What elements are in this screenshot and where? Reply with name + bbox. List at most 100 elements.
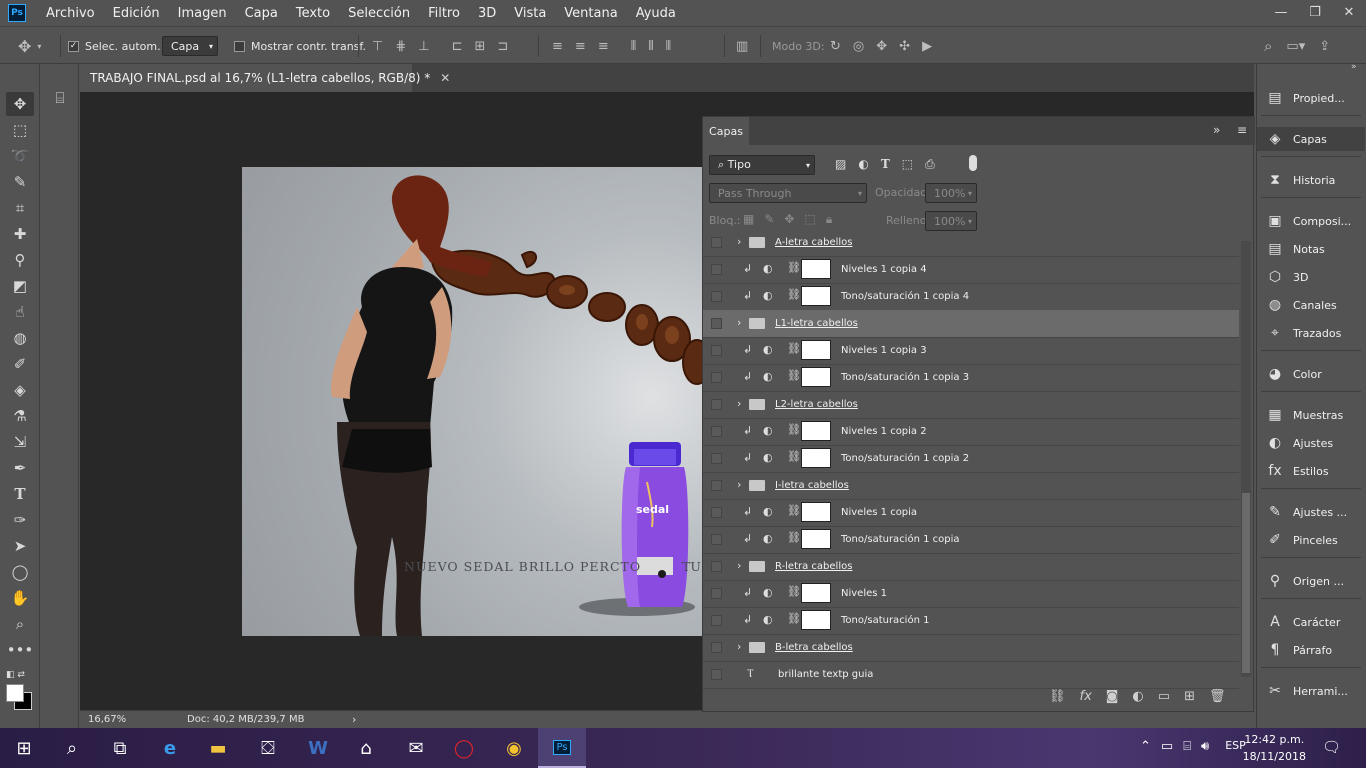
layer-mask-thumbnail[interactable] (801, 529, 831, 549)
layer-group-row[interactable]: › L2-letra cabellos (703, 391, 1239, 419)
pan-3d-icon[interactable]: ✥ (876, 39, 887, 54)
lock-artboard-icon[interactable]: ⬚ (804, 212, 815, 227)
visibility-toggle[interactable] (711, 291, 722, 302)
visibility-toggle[interactable] (711, 345, 722, 356)
layer-mask-thumbnail[interactable] (801, 448, 831, 468)
layer-row[interactable]: ↲ ◐ ⛓ Niveles 1 copia 3 (703, 337, 1239, 365)
menu-seleccion[interactable]: Selección (348, 6, 410, 21)
align-left-icon[interactable]: ⊏ (452, 39, 463, 54)
layer-row[interactable]: ↲ ◐ ⛓ Niveles 1 copia (703, 499, 1239, 527)
text-filter-icon[interactable]: T (881, 157, 890, 172)
visibility-toggle[interactable] (711, 588, 722, 599)
search-icon[interactable]: ⌕ (48, 728, 96, 768)
notifications-icon[interactable]: 🗨︎ (1322, 738, 1341, 756)
layer-group-row[interactable]: › R-letra cabellos (703, 553, 1239, 581)
photoshop-logo[interactable]: Ps (8, 4, 26, 22)
visibility-toggle[interactable] (711, 534, 722, 545)
mask-link-icon[interactable]: ⛓ (787, 504, 801, 517)
filter-kind-dropdown[interactable]: ⌕ Tipo ▾ (709, 155, 815, 175)
expand-chevron-icon[interactable]: › (737, 316, 741, 329)
layer-mask-thumbnail[interactable] (801, 367, 831, 387)
lasso-tool-icon[interactable]: ➰ (6, 144, 34, 168)
add-mask-icon[interactable]: ◙ (1106, 689, 1119, 704)
more-tools-icon[interactable]: ••• (6, 638, 34, 662)
chevron-up-icon[interactable]: ⌃ (1140, 739, 1151, 754)
fill-field[interactable]: 100% ▾ (925, 211, 977, 231)
dock-item[interactable]: ◈ Capas (1257, 127, 1365, 151)
dock-item[interactable]: ✎ Ajustes ... (1257, 500, 1365, 524)
new-layer-icon[interactable]: ⊞ (1184, 689, 1195, 704)
mixer-brush-tool-icon[interactable]: ✒ (6, 456, 34, 480)
expand-chevron-icon[interactable]: › (737, 559, 741, 572)
dock-item[interactable]: ⚲ Origen ... (1257, 569, 1365, 593)
show-transform-checkbox[interactable] (234, 40, 245, 52)
layers-scrollbar-thumb[interactable] (1242, 493, 1250, 673)
home-icon[interactable]: ⌂ (342, 728, 390, 768)
align-top-icon[interactable]: ⊤ (372, 39, 383, 54)
visibility-toggle[interactable] (711, 615, 722, 626)
layer-row[interactable]: ↲ ◐ ⛓ Tono/saturación 1 copia 3 (703, 364, 1239, 392)
visibility-toggle[interactable] (711, 642, 722, 653)
zoom-level[interactable]: 16,67% (88, 714, 126, 725)
minimize-button[interactable]: — (1264, 0, 1298, 24)
show-transform-option[interactable]: Mostrar contr. transf. (234, 27, 366, 65)
artboard-tool-icon[interactable]: ⌸ (46, 86, 74, 110)
layer-group-row[interactable]: › I-letra cabellos (703, 472, 1239, 500)
opacity-field[interactable]: 100% ▾ (925, 183, 977, 203)
layer-mask-thumbnail[interactable] (801, 259, 831, 279)
mail-icon[interactable]: ✉ (392, 728, 440, 768)
distribute-right-icon[interactable]: ⫴ (666, 39, 671, 54)
align-right-icon[interactable]: ⊐ (497, 39, 508, 54)
battery-icon[interactable]: ▭ (1161, 739, 1173, 754)
doc-info[interactable]: Doc: 40,2 MB/239,7 MB (187, 714, 304, 725)
dock-item[interactable]: A Carácter (1257, 610, 1365, 634)
layer-row[interactable]: ↲ ◐ ⛓ Niveles 1 copia 2 (703, 418, 1239, 446)
quick-select-tool-icon[interactable]: ✎ (6, 170, 34, 194)
volume-icon[interactable]: 🔊︎ (1201, 739, 1209, 754)
lock-pixels-icon[interactable]: ✎ (764, 212, 774, 227)
menu-3d[interactable]: 3D (478, 6, 496, 21)
sponge-tool-icon[interactable]: ◍ (6, 326, 34, 350)
windows-start-icon[interactable]: ⊞ (0, 728, 48, 768)
layers-scrollbar[interactable] (1241, 241, 1251, 677)
artwork-canvas[interactable]: sedal NUEVO SEDAL BRILLO PERCTO TU (242, 167, 703, 636)
chrome-icon[interactable]: ◉ (490, 728, 538, 768)
menu-edicion[interactable]: Edición (113, 6, 160, 21)
visibility-toggle[interactable] (711, 318, 722, 329)
filter-toggle[interactable] (969, 155, 977, 171)
opera-icon[interactable]: ◯ (440, 728, 488, 768)
workspace-icon[interactable]: ▭▾ (1286, 39, 1305, 54)
layer-row[interactable]: ↲ ◐ ⛓ Tono/saturación 1 copia 4 (703, 283, 1239, 311)
menu-filtro[interactable]: Filtro (428, 6, 460, 21)
smudge-tool-icon[interactable]: ☝ (6, 300, 34, 324)
menu-ayuda[interactable]: Ayuda (636, 6, 676, 21)
auto-select-option[interactable]: ✓ Selec. autom.: (68, 27, 164, 65)
clock[interactable]: 12:42 p.m. 18/11/2018 (1243, 731, 1306, 765)
document-tab[interactable]: TRABAJO FINAL.psd al 16,7% (L1-letra cab… (80, 64, 450, 92)
roll-3d-icon[interactable]: ◎ (853, 39, 864, 54)
dock-item[interactable]: ✐ Pinceles (1257, 528, 1365, 552)
align-bottom-icon[interactable]: ⊥ (418, 39, 429, 54)
visibility-toggle[interactable] (711, 399, 722, 410)
link-layers-icon[interactable]: ⛓ (1049, 689, 1066, 704)
mask-link-icon[interactable]: ⛓ (787, 261, 801, 274)
layer-mask-thumbnail[interactable] (801, 502, 831, 522)
new-adjustment-icon[interactable]: ◐ (1132, 689, 1143, 704)
ellipse-tool-icon[interactable]: ◯ (6, 560, 34, 584)
distribute-hcenter-icon[interactable]: ⫴ (648, 39, 653, 54)
dock-item[interactable]: ▣ Composi... (1257, 209, 1365, 233)
zoom-tool-icon[interactable]: ⌕ (6, 612, 34, 636)
layer-row[interactable]: ↲ ◐ ⛓ Niveles 1 copia 4 (703, 256, 1239, 284)
restore-button[interactable]: ❐ (1298, 0, 1332, 24)
visibility-toggle[interactable] (711, 480, 722, 491)
color-replace-tool-icon[interactable]: ⇲ (6, 430, 34, 454)
menu-capa[interactable]: Capa (245, 6, 278, 21)
layer-group-row[interactable]: › B-letra cabellos (703, 634, 1239, 662)
adjustment-filter-icon[interactable]: ◐ (858, 157, 868, 172)
path-select-tool-icon[interactable]: ➤ (6, 534, 34, 558)
layer-mask-thumbnail[interactable] (801, 286, 831, 306)
image-filter-icon[interactable]: ▨ (835, 157, 846, 172)
marquee-tool-icon[interactable]: ⬚ (6, 118, 34, 142)
lock-all-icon[interactable]: 🔒︎ (826, 212, 832, 227)
visibility-toggle[interactable] (711, 264, 722, 275)
